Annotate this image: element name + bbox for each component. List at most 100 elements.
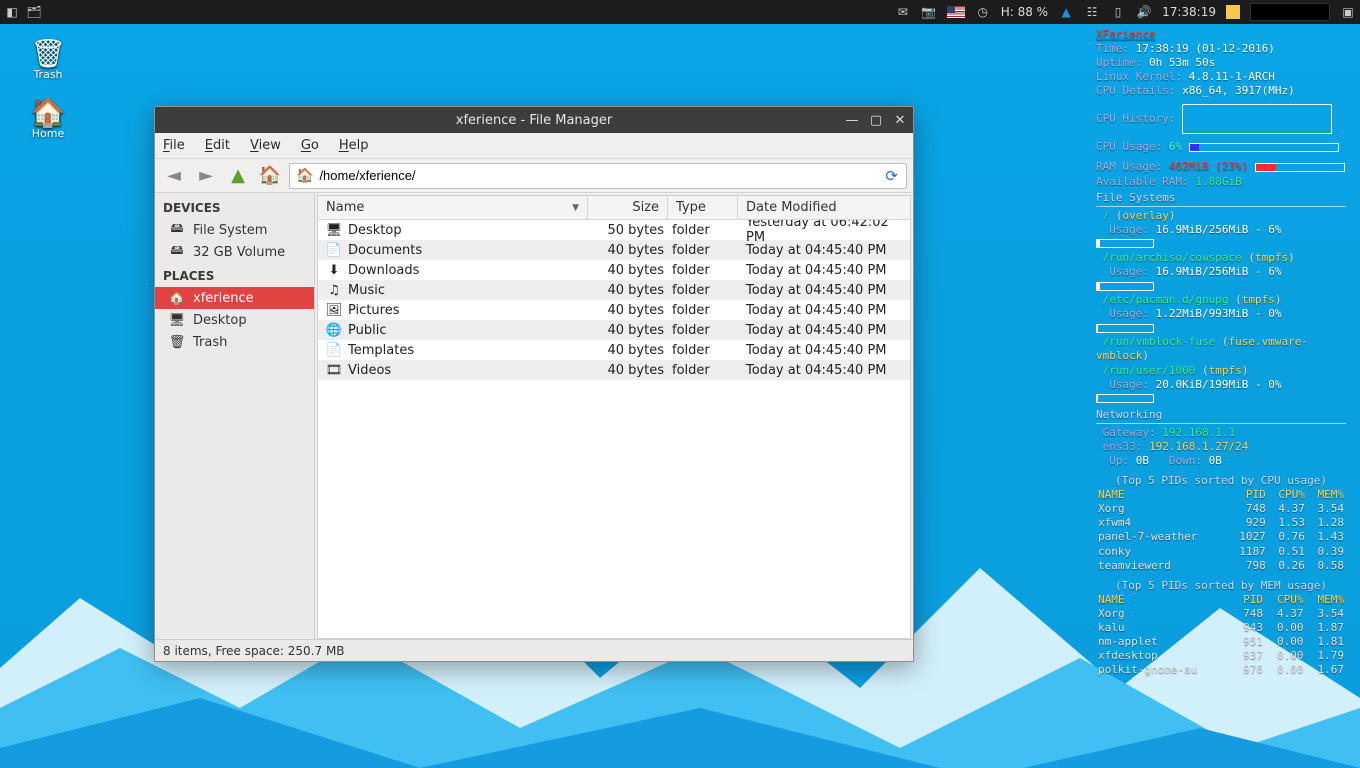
sidebar-item-trash[interactable]: 🗑Trash bbox=[155, 331, 314, 353]
trash-icon: 🗑 bbox=[169, 334, 185, 350]
volume-icon[interactable]: 🔊 bbox=[1136, 4, 1152, 20]
file-size: 40 bytes bbox=[588, 283, 668, 298]
weather-indicator[interactable]: H: 88 % bbox=[1001, 5, 1048, 19]
sidebar-header-devices: DEVICES bbox=[155, 195, 314, 219]
file-name: Templates bbox=[348, 343, 414, 358]
table-row[interactable]: 🖼 Pictures 40 bytesfolderToday at 04:45:40… bbox=[318, 300, 910, 320]
column-name[interactable]: Name▼ bbox=[318, 196, 588, 219]
table-row[interactable]: ♫Music40 bytesfolderToday at 04:45:40 PM bbox=[318, 280, 910, 300]
nav-home-button[interactable]: 🏠 bbox=[257, 163, 283, 189]
toolbar: ◄ ► ▲ 🏠 🏠 ⟳ bbox=[155, 159, 913, 193]
update-icon[interactable]: ◷ bbox=[975, 4, 991, 20]
file-name: Desktop bbox=[348, 223, 402, 238]
folder-type-icon: ⬇ bbox=[326, 262, 342, 278]
window-maximize-button[interactable]: ▢ bbox=[867, 111, 885, 129]
sidebar-item-desktop[interactable]: 🖥Desktop bbox=[155, 309, 314, 331]
panel-clock[interactable]: 17:38:19 bbox=[1162, 5, 1216, 19]
conky-title: XFerience bbox=[1096, 28, 1156, 41]
file-size: 40 bytes bbox=[588, 263, 668, 278]
cpu-history-graph bbox=[1182, 104, 1332, 134]
file-type: folder bbox=[668, 323, 738, 338]
column-date[interactable]: Date Modified bbox=[738, 196, 910, 219]
menu-help[interactable]: HelpHelp bbox=[339, 138, 369, 153]
desktop-icon: 🖥 bbox=[169, 312, 185, 328]
file-manager-window: xferience - File Manager — ▢ ✕ FFileile … bbox=[154, 106, 914, 662]
file-type: folder bbox=[668, 283, 738, 298]
desktop-icon-trash[interactable]: 🗑 Trash bbox=[22, 40, 74, 81]
window-title: xferience - File Manager bbox=[456, 113, 612, 128]
taskbar-filemanager-icon[interactable]: 🗂 bbox=[26, 4, 42, 20]
file-type: folder bbox=[668, 363, 738, 378]
file-type: folder bbox=[668, 223, 738, 238]
folder-type-icon: ♫ bbox=[326, 282, 342, 298]
table-row[interactable]: 📄Templates40 bytesfolderToday at 04:45:4… bbox=[318, 340, 910, 360]
status-text: 8 items, Free space: 250.7 MB bbox=[163, 644, 345, 658]
panel-cpu-graph[interactable] bbox=[1250, 3, 1330, 21]
table-row[interactable]: 🎞Videos40 bytesfolderToday at 04:45:40 P… bbox=[318, 360, 910, 380]
nav-forward-button[interactable]: ► bbox=[193, 163, 219, 189]
file-date: Today at 04:45:40 PM bbox=[738, 263, 910, 278]
location-home-icon: 🏠 bbox=[290, 168, 319, 184]
file-size: 40 bytes bbox=[588, 303, 668, 318]
sort-indicator-icon: ▼ bbox=[572, 203, 579, 213]
system-monitor: XFerience Time: 17:38:19 (01-12-2016) Up… bbox=[1096, 28, 1346, 677]
column-headers: Name▼ Size Type Date Modified bbox=[318, 196, 910, 220]
sidebar-item-filesystem[interactable]: 🖴File System bbox=[155, 219, 314, 241]
location-input[interactable] bbox=[319, 165, 877, 187]
show-desktop-icon[interactable]: ▣ bbox=[1340, 4, 1356, 20]
start-menu-icon[interactable]: ◧ bbox=[4, 4, 20, 20]
sidebar-item-home[interactable]: 🏠xferience bbox=[155, 287, 314, 309]
home-icon: 🏠 bbox=[169, 290, 185, 306]
notes-icon[interactable] bbox=[1226, 5, 1240, 19]
location-bar[interactable]: 🏠 ⟳ bbox=[289, 163, 907, 189]
folder-type-icon: 🖼 bbox=[326, 302, 342, 318]
folder-type-icon: 🎞 bbox=[326, 362, 342, 378]
screenshot-icon[interactable]: 📷 bbox=[921, 4, 937, 20]
desktop-icon-home[interactable]: 🏠 Home bbox=[22, 99, 74, 140]
drive-icon: 🖴 bbox=[169, 244, 185, 260]
menu-view[interactable]: ViewView bbox=[250, 138, 281, 153]
window-titlebar[interactable]: xferience - File Manager — ▢ ✕ bbox=[155, 107, 913, 133]
column-size[interactable]: Size bbox=[588, 196, 668, 219]
column-type[interactable]: Type bbox=[668, 196, 738, 219]
mail-icon[interactable]: ✉ bbox=[895, 4, 911, 20]
menubar: FFileile EditEdit ViewView GoGo HelpHelp bbox=[155, 133, 913, 159]
home-icon: 🏠 bbox=[31, 99, 66, 127]
folder-type-icon: 📄 bbox=[326, 242, 342, 258]
file-type: folder bbox=[668, 343, 738, 358]
reload-button[interactable]: ⟳ bbox=[877, 167, 906, 185]
window-minimize-button[interactable]: — bbox=[843, 111, 861, 129]
file-type: folder bbox=[668, 263, 738, 278]
sidebar-item-volume[interactable]: 🖴32 GB Volume bbox=[155, 241, 314, 263]
file-name: Pictures bbox=[348, 303, 399, 318]
file-name: Documents bbox=[348, 243, 422, 258]
keyboard-layout-flag[interactable] bbox=[947, 6, 965, 18]
battery-icon[interactable]: ▯ bbox=[1110, 4, 1126, 20]
table-row[interactable]: ⬇ Downloads 40 bytesfolderToday at 04:45:4… bbox=[318, 260, 910, 280]
file-date: Yesterday at 06:42:02 PM bbox=[738, 220, 910, 245]
file-size: 40 bytes bbox=[588, 323, 668, 338]
file-size: 40 bytes bbox=[588, 363, 668, 378]
file-date: Today at 04:45:40 PM bbox=[738, 303, 910, 318]
nav-back-button[interactable]: ◄ bbox=[161, 163, 187, 189]
table-row[interactable]: 🌐Public40 bytesfolderToday at 04:45:40 P… bbox=[318, 320, 910, 340]
file-size: 40 bytes bbox=[588, 343, 668, 358]
file-type: folder bbox=[668, 243, 738, 258]
file-name: Music bbox=[348, 283, 385, 298]
file-name: Downloads bbox=[348, 263, 419, 278]
nav-up-button[interactable]: ▲ bbox=[225, 163, 251, 189]
file-date: Today at 04:45:40 PM bbox=[738, 363, 910, 378]
file-type: folder bbox=[668, 303, 738, 318]
menu-go[interactable]: GoGo bbox=[301, 138, 319, 153]
menu-file[interactable]: FFileile bbox=[163, 138, 185, 153]
table-row[interactable]: 🖥Desktop50 bytesfolderYesterday at 06:42… bbox=[318, 220, 910, 240]
network-icon[interactable]: ☷ bbox=[1084, 4, 1100, 20]
file-list: Name▼ Size Type Date Modified 🖥Desktop50… bbox=[317, 195, 911, 639]
file-date: Today at 04:45:40 PM bbox=[738, 323, 910, 338]
folder-type-icon: 📄 bbox=[326, 342, 342, 358]
window-close-button[interactable]: ✕ bbox=[891, 111, 909, 129]
menu-edit[interactable]: EditEdit bbox=[205, 138, 230, 153]
ram-usage-bar bbox=[1255, 163, 1345, 172]
drive-icon: 🖴 bbox=[169, 222, 185, 238]
table-row[interactable]: 📄Documents40 bytesfolderToday at 04:45:4… bbox=[318, 240, 910, 260]
